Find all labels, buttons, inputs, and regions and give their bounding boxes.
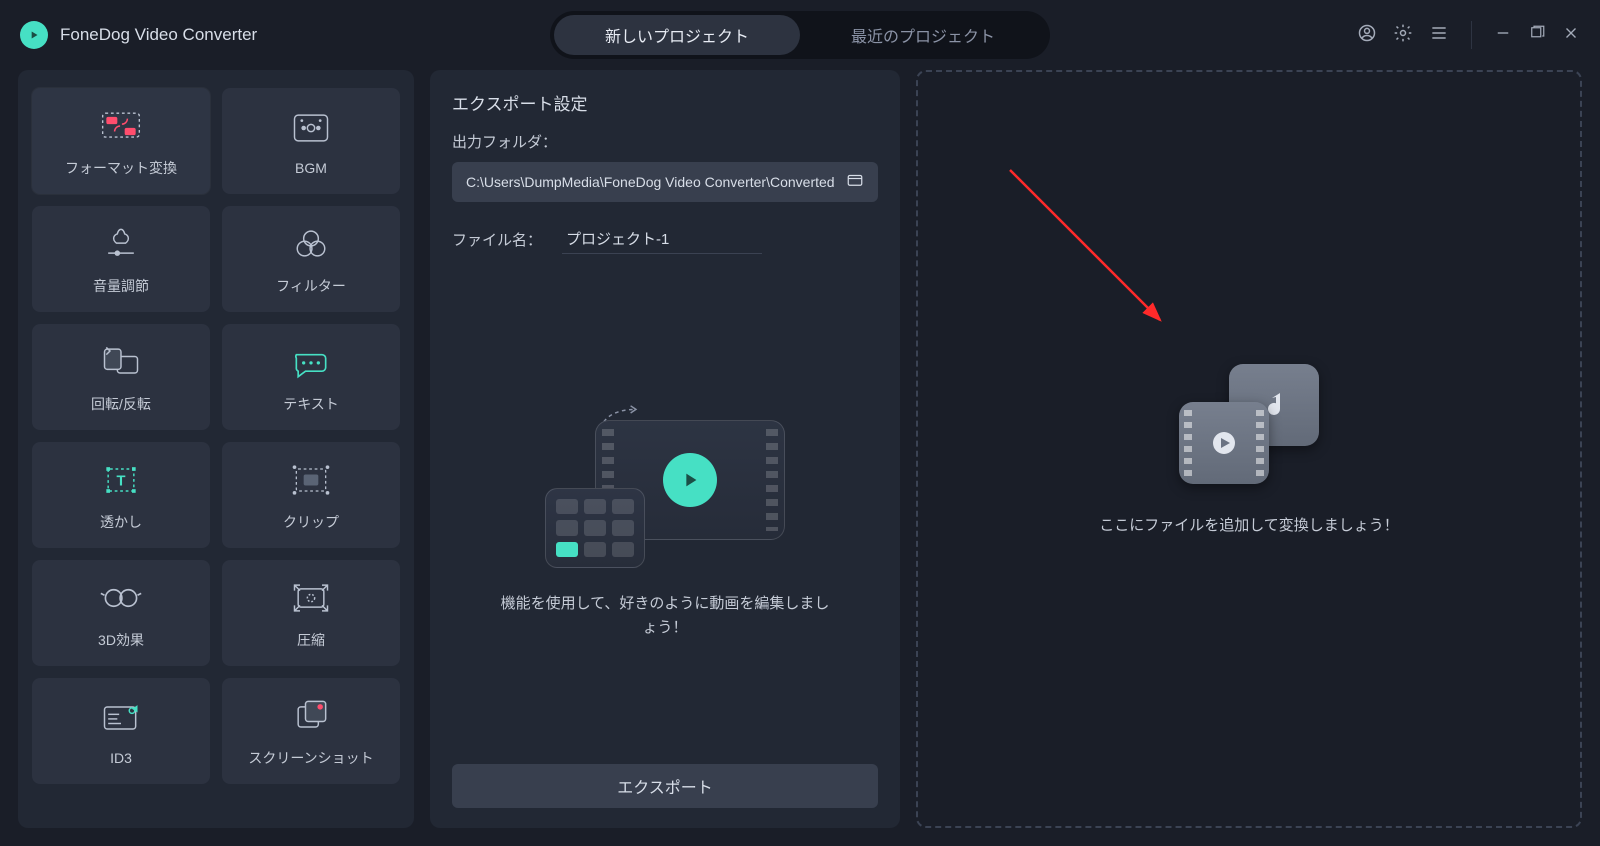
- bgm-icon: [289, 106, 333, 150]
- watermark-icon: T: [99, 458, 143, 502]
- file-dropzone[interactable]: ここにファイルを追加して変換しましょう！: [916, 70, 1582, 828]
- rotate-icon: [99, 340, 143, 384]
- dropzone-illustration: [1179, 364, 1319, 484]
- tool-label: テキスト: [283, 394, 339, 414]
- titlebar: FoneDog Video Converter 新しいプロジェクト 最近のプロジ…: [0, 0, 1600, 70]
- screenshot-icon: [289, 694, 333, 738]
- tool-label: 圧縮: [297, 630, 325, 650]
- output-folder-field[interactable]: C:\Users\DumpMedia\FoneDog Video Convert…: [452, 162, 878, 202]
- export-panel: エクスポート設定 出力フォルダ： C:\Users\DumpMedia\Fone…: [430, 70, 900, 828]
- tool-label: フィルター: [276, 276, 346, 296]
- output-folder-path: C:\Users\DumpMedia\FoneDog Video Convert…: [466, 174, 835, 190]
- tool-volume[interactable]: 音量調節: [32, 206, 210, 312]
- 3d-icon: [99, 576, 143, 620]
- tool-label: 3D効果: [98, 630, 144, 650]
- app-logo: FoneDog Video Converter: [20, 21, 257, 49]
- tab-recent-projects[interactable]: 最近のプロジェクト: [800, 15, 1046, 55]
- minimize-button[interactable]: [1494, 24, 1512, 47]
- tool-compress[interactable]: 圧縮: [222, 560, 400, 666]
- tools-sidebar: フォーマット変換 BGM 音量調節 フィルター: [18, 70, 414, 828]
- account-icon[interactable]: [1357, 23, 1377, 48]
- top-tabs: 新しいプロジェクト 最近のプロジェクト: [550, 11, 1050, 59]
- tool-label: クリップ: [283, 512, 339, 532]
- tool-rotate[interactable]: 回転/反転: [32, 324, 210, 430]
- editor-illustration: 機能を使用して、好きのように動画を編集しましょう！: [452, 274, 878, 764]
- video-file-icon: [1179, 402, 1269, 484]
- tool-label: スクリーンショット: [248, 748, 373, 768]
- editor-caption: 機能を使用して、好きのように動画を編集しましょう！: [495, 592, 835, 640]
- tool-id3[interactable]: ID3: [32, 678, 210, 784]
- play-icon: [663, 453, 717, 507]
- app-title: FoneDog Video Converter: [60, 25, 257, 45]
- tool-bgm[interactable]: BGM: [222, 88, 400, 194]
- id3-icon: [99, 696, 143, 740]
- tool-label: BGM: [295, 160, 327, 176]
- text-icon: [289, 340, 333, 384]
- folder-label: 出力フォルダ：: [452, 131, 878, 152]
- filename-label: ファイル名：: [452, 229, 542, 250]
- tool-label: 回転/反転: [91, 394, 151, 414]
- svg-text:T: T: [117, 474, 126, 490]
- tool-label: 透かし: [100, 512, 142, 532]
- tool-filter[interactable]: フィルター: [222, 206, 400, 312]
- compress-icon: [289, 576, 333, 620]
- filename-input[interactable]: [562, 224, 762, 254]
- tool-watermark[interactable]: T 透かし: [32, 442, 210, 548]
- filter-icon: [289, 222, 333, 266]
- separator: [1471, 21, 1472, 49]
- export-heading: エクスポート設定: [452, 90, 878, 115]
- convert-icon: [99, 104, 143, 148]
- clip-icon: [289, 458, 333, 502]
- window-controls: [1357, 21, 1580, 49]
- tool-label: 音量調節: [93, 276, 149, 296]
- volume-icon: [99, 222, 143, 266]
- maximize-button[interactable]: [1528, 24, 1546, 47]
- tool-clip[interactable]: クリップ: [222, 442, 400, 548]
- tool-3d[interactable]: 3D効果: [32, 560, 210, 666]
- tool-format-convert[interactable]: フォーマット変換: [32, 88, 210, 194]
- browse-folder-icon[interactable]: [846, 171, 864, 194]
- grid-icon: [545, 488, 645, 568]
- export-button[interactable]: エクスポート: [452, 764, 878, 808]
- menu-icon[interactable]: [1429, 23, 1449, 48]
- tool-label: フォーマット変換: [65, 158, 177, 178]
- dropzone-caption: ここにファイルを追加して変換しましょう！: [1099, 514, 1399, 535]
- gear-icon[interactable]: [1393, 23, 1413, 48]
- tool-text[interactable]: テキスト: [222, 324, 400, 430]
- tool-label: ID3: [110, 750, 132, 766]
- tab-new-project[interactable]: 新しいプロジェクト: [554, 15, 800, 55]
- close-button[interactable]: [1562, 24, 1580, 47]
- logo-icon: [20, 21, 48, 49]
- tool-screenshot[interactable]: スクリーンショット: [222, 678, 400, 784]
